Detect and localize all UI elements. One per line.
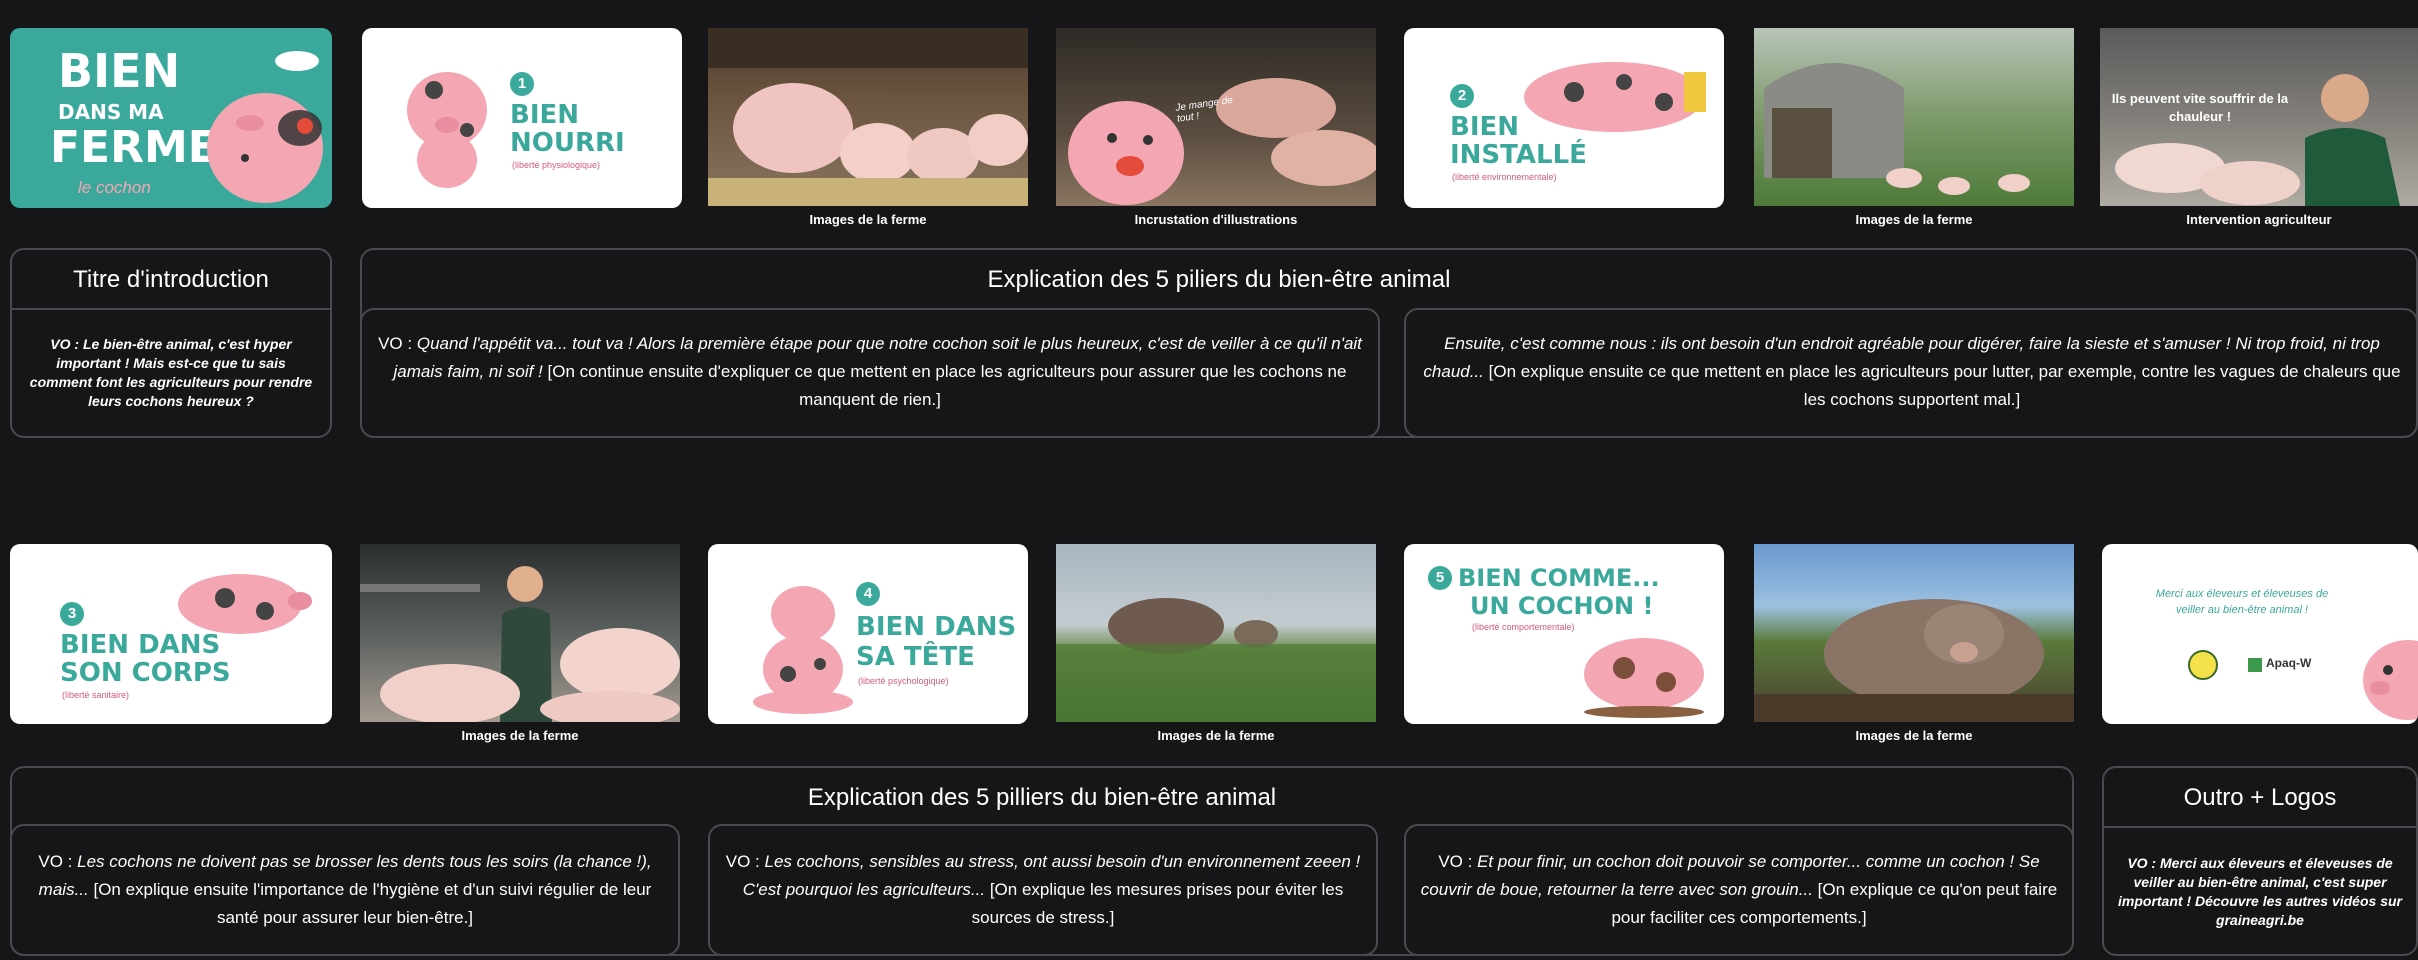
vo-p1-note: [On continue ensuite d'expliquer ce que … — [547, 362, 1347, 409]
caption-illustrations: Incrustation d'illustrations — [1134, 212, 1298, 227]
graine-logo-icon — [2188, 650, 2218, 680]
vo-intro: VO : Le bien-être animal, c'est hyper im… — [24, 318, 318, 428]
pillar4-line1: BIEN DANS — [856, 612, 1017, 642]
pillar1-tag: (liberté physiologique) — [512, 160, 601, 170]
pillar4-tag: (liberté psychologique) — [858, 676, 949, 686]
thumb-pillar5[interactable]: 5 BIEN COMME... UN COCHON ! (liberté com… — [1404, 544, 1724, 724]
caption-farm-images-4: Images de la ferme — [1157, 728, 1275, 743]
pig-muddy-illustration — [1584, 638, 1704, 718]
section-pillars-2-title: Explication des 5 pilliers du bien-être … — [807, 784, 1277, 811]
caption-farm-images-2: Images de la ferme — [1855, 212, 1973, 227]
photo-farmer-intervention[interactable]: Ils peuvent vite souffrir de la chauleur… — [2100, 28, 2418, 206]
vo-p3-label: VO : — [38, 852, 73, 871]
pillar2-tag: (liberté environnementale) — [1452, 172, 1557, 182]
section-intro-title: Titre d'introduction — [73, 266, 269, 293]
section-pillars-1-title: Explication des 5 piliers du bien-être a… — [987, 266, 1451, 293]
pillar3-line2: SON CORPS — [60, 658, 231, 688]
apaq-logo-text: Apaq-W — [2266, 656, 2312, 670]
photo-illustration-overlay[interactable]: Je mange de tout ! — [1056, 28, 1376, 206]
pillar2-line1: BIEN — [1450, 112, 1520, 142]
apaq-logo-icon — [2248, 658, 2262, 672]
vo-pillar5: VO : Et pour finir, un cochon doit pouvo… — [1416, 830, 2062, 950]
pillar2-number: 2 — [1450, 84, 1474, 108]
intro-title-line3: FERME — [50, 122, 218, 173]
pillar1-line1: BIEN — [510, 100, 580, 130]
shelter-image — [1764, 63, 2030, 195]
intro-title-line1: BIEN — [58, 44, 181, 98]
cloud-decoration-icon — [275, 51, 319, 71]
vo-pillar1: VO : Quand l'appétit va... tout va ! Alo… — [376, 312, 1364, 432]
pillar5-line2: UN COCHON ! — [1470, 592, 1654, 620]
vo-p4-note: [On explique les mesures prises pour évi… — [971, 880, 1344, 927]
vo-p4-label: VO : — [725, 852, 760, 871]
thumb-pillar3[interactable]: 3 BIEN DANS SON CORPS (liberté sanitaire… — [10, 544, 332, 724]
vo-pillar4: VO : Les cochons, sensibles au stress, o… — [720, 830, 1366, 950]
caption-farm-images-5: Images de la ferme — [1855, 728, 1973, 743]
intro-subtitle: le cochon — [78, 178, 151, 197]
thumb-outro[interactable]: Merci aux éleveurs et éleveuses de veill… — [2102, 544, 2418, 724]
field-pig-image — [1056, 598, 1376, 722]
photo-pig-in-field[interactable] — [1056, 544, 1376, 722]
pillar5-line1: BIEN COMME... — [1458, 564, 1660, 592]
vo-pillar2: Ensuite, c'est comme nous : ils ont beso… — [1418, 312, 2406, 432]
pig-eating-illustration — [407, 72, 487, 188]
section-outro-title: Outro + Logos — [2183, 784, 2337, 811]
vo-p3-note: [On explique ensuite l'importance de l'h… — [93, 880, 652, 927]
pillar3-tag: (liberté sanitaire) — [62, 690, 130, 700]
thumb-pillar2[interactable]: 2 BIEN INSTALLÉ (liberté environnemental… — [1404, 28, 1724, 208]
photo-pig-shelter[interactable] — [1754, 28, 2074, 206]
pillar1-number: 1 — [510, 72, 534, 96]
vo-p2-note: [On explique ensuite ce que mettent en p… — [1488, 362, 2401, 409]
pig-meditating-illustration — [753, 586, 853, 714]
vo-pillar3: VO : Les cochons ne doivent pas se bross… — [22, 830, 668, 950]
outro-thanks-text: Merci aux éleveurs et éleveuses de veill… — [2155, 588, 2329, 616]
pig-jumping-illustration — [178, 574, 312, 634]
vo-outro: VO : Merci aux éleveurs et éleveuses de … — [2110, 834, 2410, 950]
pillar3-number: 3 — [60, 602, 84, 626]
pig-peek-illustration — [2363, 640, 2418, 720]
vo-outro-text: Merci aux éleveurs et éleveuses de veill… — [2118, 855, 2402, 928]
farmer-caption-bubble: Ils peuvent vite souffrir de la chauleur… — [2111, 91, 2289, 124]
vo-outro-label: VO : — [2127, 855, 2157, 871]
pillar5-tag: (liberté comportementale) — [1472, 622, 1575, 632]
photo-muddy-pig[interactable] — [1754, 544, 2074, 722]
pillar5-number: 5 — [1428, 566, 1452, 590]
pillar4-number: 4 — [856, 582, 880, 606]
caption-farm-images-3: Images de la ferme — [461, 728, 579, 743]
woman-pigs-image — [360, 566, 680, 722]
caption-farm-images-1: Images de la ferme — [809, 212, 927, 227]
thumb-intro-title[interactable]: BIEN DANS MA FERME le cochon — [10, 28, 332, 208]
thumb-pillar1[interactable]: 1 BIEN NOURRI (liberté physiologique) — [362, 28, 682, 208]
intro-title-line2: DANS MA — [58, 100, 164, 124]
pillar1-line2: NOURRI — [510, 128, 625, 158]
vo-p1-label: VO : — [378, 334, 413, 353]
pig-head-illustration — [207, 93, 323, 203]
pillar2-line2: INSTALLÉ — [1450, 140, 1587, 170]
piglets-image — [708, 28, 1028, 206]
pig-sleeping-illustration — [1524, 62, 1706, 132]
photo-piglets-feeding[interactable] — [708, 28, 1028, 206]
pillar4-line2: SA TÊTE — [856, 642, 975, 672]
muddy-pig-image — [1754, 599, 2074, 722]
thumb-pillar4[interactable]: 4 BIEN DANS SA TÊTE (liberté psychologiq… — [708, 544, 1028, 724]
vo-p5-label: VO : — [1438, 852, 1473, 871]
vo-intro-label: VO : — [50, 336, 80, 352]
photo-woman-with-pigs[interactable] — [360, 544, 680, 722]
caption-farmer: Intervention agriculteur — [2186, 212, 2332, 227]
